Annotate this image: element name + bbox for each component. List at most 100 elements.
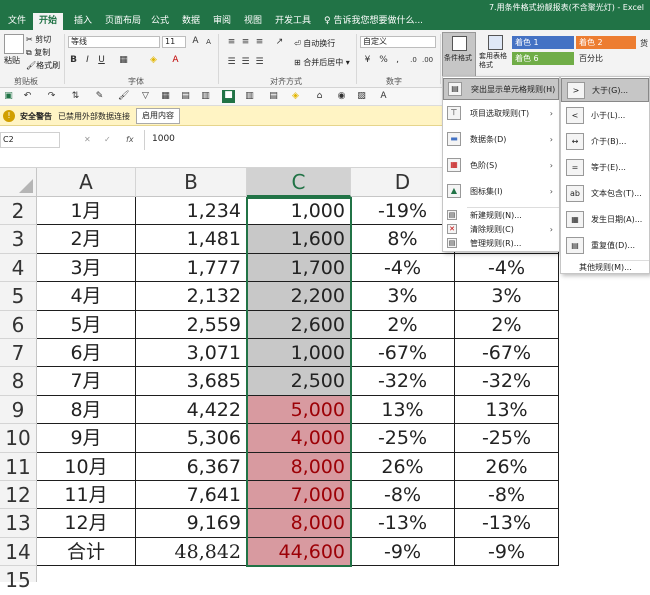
cell-b[interactable]: 48,842 xyxy=(136,537,247,567)
submenu-item-more-rules[interactable]: 其他规则(M)... xyxy=(561,261,649,274)
format-as-table-button[interactable]: 套用表格格式 xyxy=(478,32,512,76)
confirm-icon[interactable]: ✓ xyxy=(104,135,111,144)
column-header-c[interactable]: C xyxy=(247,168,351,197)
cell-e[interactable]: -25% xyxy=(455,424,559,453)
cell-b[interactable]: 1,234 xyxy=(136,197,247,226)
cell-d[interactable]: -13% xyxy=(351,509,455,538)
sort-icon[interactable]: ⇅ xyxy=(70,91,81,102)
columns-icon[interactable]: ▥ xyxy=(244,91,255,102)
cell-a[interactable]: 3月 xyxy=(37,253,136,283)
green-square-icon[interactable]: ■ xyxy=(222,90,235,103)
align-left-icon[interactable]: ☰ xyxy=(226,57,237,68)
tab-home[interactable]: 开始 xyxy=(33,13,64,30)
cell-c[interactable]: 7,000 xyxy=(247,481,351,510)
brush-icon[interactable]: 🖌 xyxy=(118,91,129,102)
cell-c[interactable]: 1,000 xyxy=(247,339,351,368)
row-header[interactable]: 15 xyxy=(0,566,37,592)
cell-b[interactable]: 5,306 xyxy=(136,424,247,453)
fill-color-icon[interactable]: ◈ xyxy=(148,55,159,66)
cell-a[interactable]: 5月 xyxy=(37,310,136,339)
fill-icon[interactable]: ◈ xyxy=(290,91,301,102)
align-middle-icon[interactable]: ≡ xyxy=(240,37,251,48)
merge-center-button[interactable]: ⊞ 合并后居中 ▾ xyxy=(294,57,350,68)
tab-formulas[interactable]: 公式 xyxy=(145,13,175,30)
cell-e[interactable]: -32% xyxy=(455,367,559,396)
cell-a[interactable]: 11月 xyxy=(37,481,136,510)
cell-c[interactable]: 4,000 xyxy=(247,424,351,453)
cell-a[interactable]: 6月 xyxy=(37,339,136,368)
cell-b[interactable]: 3,071 xyxy=(136,339,247,368)
number-format-select[interactable]: 自定义 xyxy=(360,36,436,48)
shrink-font-button[interactable]: A xyxy=(203,37,214,48)
border-icon[interactable]: ▦ xyxy=(118,55,129,66)
text-box-icon[interactable]: A xyxy=(378,91,389,102)
cell-d[interactable]: -67% xyxy=(351,339,455,368)
tab-data[interactable]: 数据 xyxy=(176,13,206,30)
row-header[interactable]: 12 xyxy=(0,481,37,510)
submenu-item-between[interactable]: ↔ 介于(B)... xyxy=(561,130,649,154)
cell-e[interactable]: -8% xyxy=(455,481,559,510)
cell-a[interactable]: 4月 xyxy=(37,282,136,311)
filter-icon[interactable]: ▽ xyxy=(140,91,151,102)
align-center-icon[interactable]: ☰ xyxy=(240,57,251,68)
cell-a[interactable]: 合计 xyxy=(37,537,136,567)
submenu-item-greater-than[interactable]: > 大于(G)... xyxy=(561,78,649,102)
increase-decimal-icon[interactable]: .0 xyxy=(408,55,419,66)
submenu-item-less-than[interactable]: < 小于(L)... xyxy=(561,104,649,128)
cell-e[interactable]: -13% xyxy=(455,509,559,538)
row-header[interactable]: 8 xyxy=(0,367,37,396)
cell-d[interactable]: 2% xyxy=(351,310,455,339)
percent-button[interactable]: % xyxy=(378,55,389,66)
submenu-item-date-occurring[interactable]: ▦ 发生日期(A)... xyxy=(561,208,649,232)
cell-d[interactable]: 8% xyxy=(351,225,455,254)
format-painter-button[interactable]: 🖌格式刷 xyxy=(26,60,60,71)
cell-c[interactable]: 1,000 xyxy=(247,197,351,226)
cell-b[interactable]: 1,481 xyxy=(136,225,247,254)
cell-d[interactable]: -32% xyxy=(351,367,455,396)
row-header[interactable]: 3 xyxy=(0,225,37,254)
style-accent6[interactable]: 着色 6 xyxy=(512,52,574,65)
tab-insert[interactable]: 插入 xyxy=(68,13,98,30)
wrap-text-button[interactable]: ⏎ 自动换行 xyxy=(294,38,335,49)
tab-view[interactable]: 视图 xyxy=(238,13,268,30)
cell-e[interactable]: 26% xyxy=(455,452,559,481)
insert-function-button[interactable]: fx xyxy=(126,135,134,144)
row-header[interactable]: 7 xyxy=(0,339,37,368)
align-right-icon[interactable]: ☰ xyxy=(254,57,265,68)
cell-d[interactable]: -9% xyxy=(351,537,455,567)
cell-d[interactable]: -25% xyxy=(351,424,455,453)
image-icon[interactable]: ▨ xyxy=(356,91,367,102)
bold-button[interactable]: B xyxy=(68,55,79,66)
submenu-item-text-contains[interactable]: ab 文本包含(T)... xyxy=(561,182,649,206)
cell-d[interactable]: 3% xyxy=(351,282,455,311)
enable-content-button[interactable]: 启用内容 xyxy=(136,108,180,124)
decrease-decimal-icon[interactable]: .00 xyxy=(422,55,433,66)
menu-item-clear-rules[interactable]: ✕ 清除规则(C) › xyxy=(443,223,559,237)
submenu-item-duplicate-values[interactable]: ▤ 重复值(D)... xyxy=(561,234,649,258)
style-currency-partial[interactable]: 货 xyxy=(640,38,648,49)
cell-a[interactable]: 9月 xyxy=(37,424,136,453)
redo-icon[interactable]: ↷ xyxy=(46,91,57,102)
cell-c[interactable]: 8,000 xyxy=(247,452,351,481)
row-header[interactable]: 11 xyxy=(0,452,37,481)
cell-c[interactable]: 8,000 xyxy=(247,509,351,538)
copy-button[interactable]: ⧉ 复制 xyxy=(26,47,50,58)
cell-e[interactable]: 13% xyxy=(455,395,559,425)
rows-icon[interactable]: ▤ xyxy=(268,91,279,102)
cell-c[interactable]: 5,000 xyxy=(247,395,351,425)
submenu-item-equal-to[interactable]: = 等于(E)... xyxy=(561,156,649,180)
cell-d[interactable]: -19% xyxy=(351,197,455,226)
cell-b[interactable]: 2,559 xyxy=(136,310,247,339)
grow-font-button[interactable]: A xyxy=(190,36,201,47)
style-accent1[interactable]: 着色 1 xyxy=(512,36,574,49)
currency-button[interactable]: ¥ xyxy=(362,55,373,66)
tab-developer[interactable]: 开发工具 xyxy=(269,13,317,30)
menu-item-data-bars[interactable]: ▬ 数据条(D) › xyxy=(443,129,559,151)
cell-b[interactable]: 6,367 xyxy=(136,452,247,481)
cut-button[interactable]: ✂ 剪切 xyxy=(26,34,51,45)
tab-file[interactable]: 文件 xyxy=(2,13,32,30)
cell-c[interactable]: 2,600 xyxy=(247,310,351,339)
row-header[interactable]: 5 xyxy=(0,282,37,311)
cell-b[interactable]: 7,641 xyxy=(136,481,247,510)
cell-c[interactable]: 2,200 xyxy=(247,282,351,311)
